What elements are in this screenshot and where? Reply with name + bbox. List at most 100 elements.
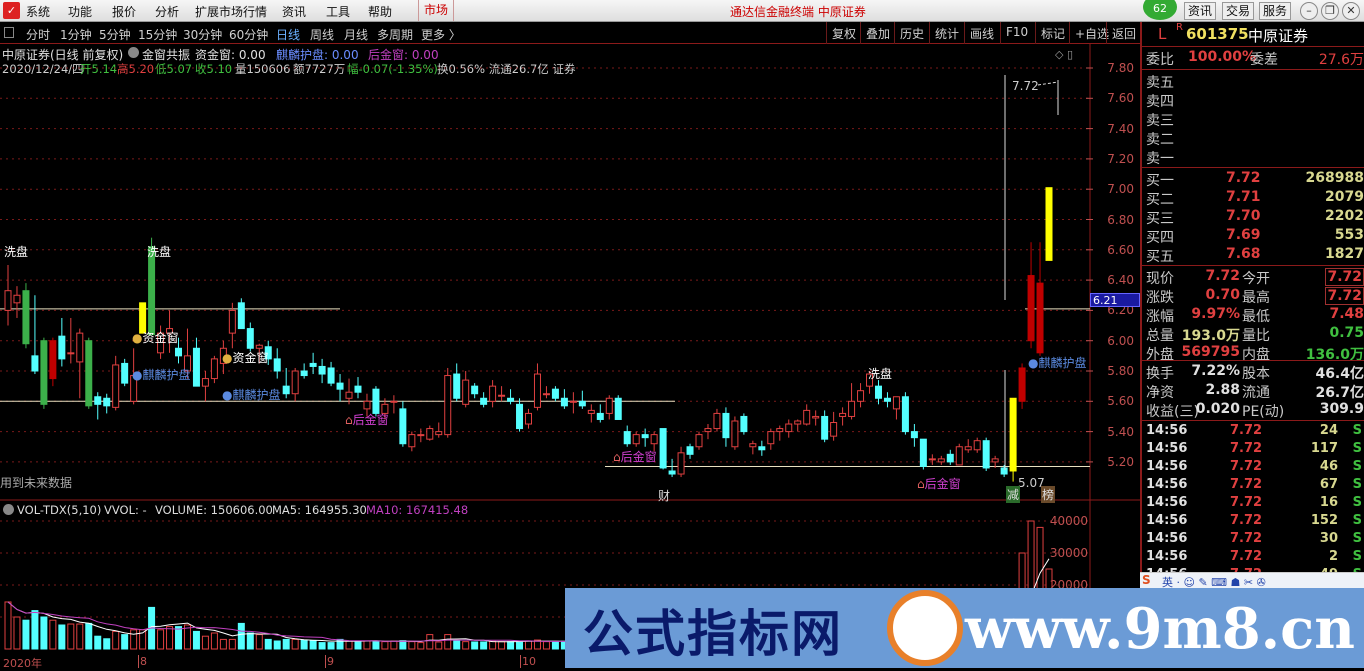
candle <box>973 440 981 451</box>
candle <box>58 335 66 360</box>
volume-bar <box>444 634 452 650</box>
news-button[interactable]: 资讯 <box>1184 2 1217 20</box>
candle <box>67 352 75 355</box>
volume-bar <box>201 635 209 650</box>
tick-price: 7.72 <box>1230 495 1263 510</box>
candle <box>4 290 12 311</box>
candle <box>1000 467 1008 475</box>
candle <box>13 294 21 304</box>
l-mark: L <box>1158 25 1167 43</box>
x-label: 9 <box>325 655 334 668</box>
volume-bar <box>345 640 353 650</box>
bid-label: 买五 <box>1146 249 1174 265</box>
ask-label: 卖四 <box>1146 94 1174 110</box>
candle <box>776 428 784 433</box>
stat-row: 涨跌 0.70 最高 7.72 <box>1146 287 1364 306</box>
marker-jian[interactable]: 减 <box>1006 486 1021 503</box>
vol-indicator-name[interactable]: VOL-TDX(5,10) <box>17 503 101 517</box>
candle <box>121 362 129 384</box>
stat-label: PE(动) <box>1242 404 1285 420</box>
candle <box>928 458 936 461</box>
stat-value: 309.9 <box>1319 401 1364 417</box>
candle <box>749 443 757 448</box>
volume-bar <box>551 641 559 650</box>
volume-bar <box>300 639 308 650</box>
watermark-text: 公式指标网 <box>583 605 843 663</box>
notification-badge[interactable]: 62 <box>1143 0 1177 20</box>
candle <box>40 340 48 405</box>
candle <box>803 409 811 425</box>
candle <box>982 440 990 469</box>
candle <box>919 438 927 467</box>
marker-cai[interactable]: 财 <box>658 487 670 504</box>
candle <box>569 400 577 403</box>
candle <box>704 428 712 433</box>
vol-tick: 30000 <box>1049 546 1088 560</box>
bid-volume: 268988 <box>1305 170 1364 186</box>
house-icon: ⌂ <box>613 450 621 464</box>
tick-side: S <box>1352 531 1362 546</box>
tick-time: 14:56 <box>1146 531 1188 546</box>
candle <box>740 415 748 433</box>
close-icon[interactable]: ✕ <box>1342 2 1360 20</box>
service-button[interactable]: 服务 <box>1259 2 1292 20</box>
stat-label: 今开 <box>1242 271 1270 287</box>
stat-label: 涨跌 <box>1146 290 1174 306</box>
price-tick: 7.40 <box>1107 121 1134 136</box>
tick-side: S <box>1352 477 1362 492</box>
tick-side: S <box>1352 423 1362 438</box>
candle <box>794 420 802 425</box>
r-mark: R <box>1176 22 1183 33</box>
candle <box>390 400 398 403</box>
candle <box>596 412 604 420</box>
restore-icon[interactable]: ❐ <box>1321 2 1339 20</box>
candle <box>677 452 685 475</box>
volume-bar <box>309 640 317 650</box>
candle <box>462 379 470 405</box>
sogou-icon[interactable]: S <box>1142 573 1151 587</box>
candle <box>695 434 703 448</box>
candle <box>659 428 667 469</box>
tick-volume: 117 <box>1310 441 1338 456</box>
candle <box>417 434 425 437</box>
stat-label: 最低 <box>1242 309 1270 325</box>
candle <box>444 375 452 436</box>
marker-bang[interactable]: 榜 <box>1041 486 1056 503</box>
stat-label: 净资 <box>1146 385 1174 401</box>
stat-label: 内盘 <box>1242 347 1270 363</box>
candle <box>758 446 766 451</box>
house-icon: ⌂ <box>345 413 353 427</box>
volume-bar <box>363 640 371 650</box>
trade-button[interactable]: 交易 <box>1222 2 1255 20</box>
stat-label: 外盘 <box>1146 347 1174 363</box>
tick-row: 14:56 7.72 46 S <box>1146 459 1364 477</box>
candle <box>1018 367 1026 402</box>
volume-bar <box>471 641 479 650</box>
marker-xipan: 洗盘 <box>4 245 29 259</box>
stat-label: 现价 <box>1146 271 1174 287</box>
quote-header: L R 601375 中原证券 <box>1146 22 1364 45</box>
candle <box>892 396 900 410</box>
volume-bar <box>246 632 254 650</box>
stat-value: 7.72 <box>1205 268 1240 284</box>
volume-bar <box>94 635 102 650</box>
ask-row: 卖一 <box>1146 148 1364 167</box>
volume-bar <box>40 616 48 650</box>
candle <box>22 290 30 345</box>
volume-bar <box>480 641 488 650</box>
candle <box>309 362 317 367</box>
candle <box>767 431 775 445</box>
candle <box>668 470 676 475</box>
minimize-icon[interactable]: – <box>1300 2 1318 20</box>
marker-zijin: ●资金窗 <box>132 331 179 345</box>
ask-label: 卖五 <box>1146 75 1174 91</box>
watermark-logo <box>887 590 963 666</box>
bid-label: 买二 <box>1146 192 1174 208</box>
watermark-banner: 公式指标网 www.9m8.cn <box>565 588 1364 668</box>
vol-dropdown-icon[interactable] <box>3 504 14 515</box>
candle <box>408 434 416 448</box>
stat-value: 136.0万 <box>1305 347 1364 363</box>
volume-bar <box>228 638 236 650</box>
bid-row: 买五 7.68 1827 <box>1146 246 1364 265</box>
stock-code: 601375 <box>1186 25 1249 43</box>
